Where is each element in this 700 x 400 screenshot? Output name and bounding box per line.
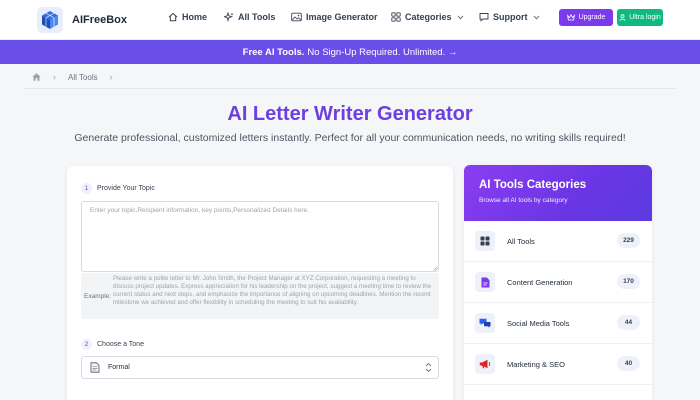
ultra-login-button[interactable]: Ultra login xyxy=(617,9,663,26)
document-icon xyxy=(475,272,495,292)
ultra-login-label: Ultra login xyxy=(629,14,661,21)
nav-home[interactable]: Home xyxy=(168,12,207,22)
step-label: Provide Your Topic xyxy=(97,185,155,192)
categories-subtitle: Browse all AI tools by category xyxy=(479,197,568,204)
document-icon xyxy=(90,362,100,373)
upgrade-label: Upgrade xyxy=(578,14,606,21)
example-text[interactable]: Please write a polite letter to Mr. John… xyxy=(113,273,433,319)
category-count-badge: 40 xyxy=(617,356,640,371)
step-label: Choose a Tone xyxy=(97,341,144,348)
page-title: AI Letter Writer Generator xyxy=(227,103,473,125)
category-label: Marketing & SEO xyxy=(507,359,565,369)
nav-categories-label: Categories xyxy=(405,12,452,22)
breadcrumb-separator: › xyxy=(109,72,113,82)
category-count-badge: 44 xyxy=(617,315,640,330)
step-number: 1 xyxy=(81,183,92,194)
letter-form-card: 1 Provide Your Topic Example: Please wri… xyxy=(67,166,453,400)
banner-bold-text: Free AI Tools. xyxy=(242,46,305,58)
category-count-badge: 170 xyxy=(617,274,640,289)
breadcrumb: › All Tools › xyxy=(32,72,125,82)
nav-all-tools-label: All Tools xyxy=(238,12,276,22)
brand-name: AIFreeBox xyxy=(72,14,128,26)
crown-icon xyxy=(566,14,575,21)
resize-handle-icon[interactable] xyxy=(433,266,438,271)
home-icon xyxy=(168,12,178,22)
sparkle-icon xyxy=(224,12,234,22)
category-item-content-generation[interactable]: Content Generation 170 xyxy=(464,262,652,303)
category-count-badge: 229 xyxy=(617,233,640,248)
banner-text: No Sign-Up Required. Unlimited. → xyxy=(307,46,458,58)
brand-logo[interactable]: AIFreeBox xyxy=(36,6,127,34)
categories-header: AI Tools Categories Browse all AI tools … xyxy=(464,165,652,221)
image-icon xyxy=(291,12,302,22)
chevron-down-icon xyxy=(457,15,463,20)
logo-cube-icon xyxy=(37,7,63,33)
nav-home-label: Home xyxy=(182,12,208,22)
category-label: Content Generation xyxy=(507,277,573,287)
grid-icon xyxy=(475,231,495,251)
step-topic-heading: 1 Provide Your Topic xyxy=(81,183,155,194)
breadcrumb-all-tools[interactable]: All Tools xyxy=(68,73,98,82)
topic-input[interactable] xyxy=(81,201,439,272)
megaphone-icon xyxy=(475,354,495,374)
nav-support[interactable]: Support xyxy=(479,12,540,22)
category-item-social-media-tools[interactable]: Social Media Tools 44 xyxy=(464,303,652,344)
chevron-down-icon xyxy=(533,15,539,20)
user-icon xyxy=(619,14,626,21)
top-header: AIFreeBox Home All Tools Image Generator… xyxy=(0,0,700,40)
breadcrumb-separator: › xyxy=(53,72,56,82)
home-icon[interactable] xyxy=(32,73,41,81)
category-label: Social Media Tools xyxy=(507,318,570,328)
chat-bubbles-icon xyxy=(475,313,495,333)
nav-support-label: Support xyxy=(493,12,528,22)
chat-icon xyxy=(479,13,489,22)
grid-icon xyxy=(391,12,401,22)
nav-image-generator[interactable]: Image Generator xyxy=(291,12,378,22)
example-box: Example: Please write a polite letter to… xyxy=(81,273,439,319)
category-item-all-tools[interactable]: All Tools 229 xyxy=(464,221,652,262)
page-subtitle: Generate professional, customized letter… xyxy=(74,132,626,144)
categories-card: AI Tools Categories Browse all AI tools … xyxy=(464,165,652,400)
divider xyxy=(24,88,676,89)
tone-value: Formal xyxy=(108,364,130,371)
example-label: Example: xyxy=(84,292,112,300)
step-tone-heading: 2 Choose a Tone xyxy=(81,339,144,350)
step-number: 2 xyxy=(81,339,92,350)
upgrade-button[interactable]: Upgrade xyxy=(559,9,613,26)
promo-banner[interactable]: Free AI Tools. No Sign-Up Required. Unli… xyxy=(0,40,700,64)
select-arrows-icon xyxy=(425,362,432,373)
categories-title: AI Tools Categories xyxy=(479,179,587,191)
nav-all-tools[interactable]: All Tools xyxy=(224,12,275,22)
tone-select[interactable]: Formal xyxy=(81,356,439,379)
category-item-marketing-seo[interactable]: Marketing & SEO 40 xyxy=(464,344,652,385)
nav-categories[interactable]: Categories xyxy=(391,12,464,22)
nav-image-generator-label: Image Generator xyxy=(306,12,378,22)
category-label: All Tools xyxy=(507,236,535,246)
